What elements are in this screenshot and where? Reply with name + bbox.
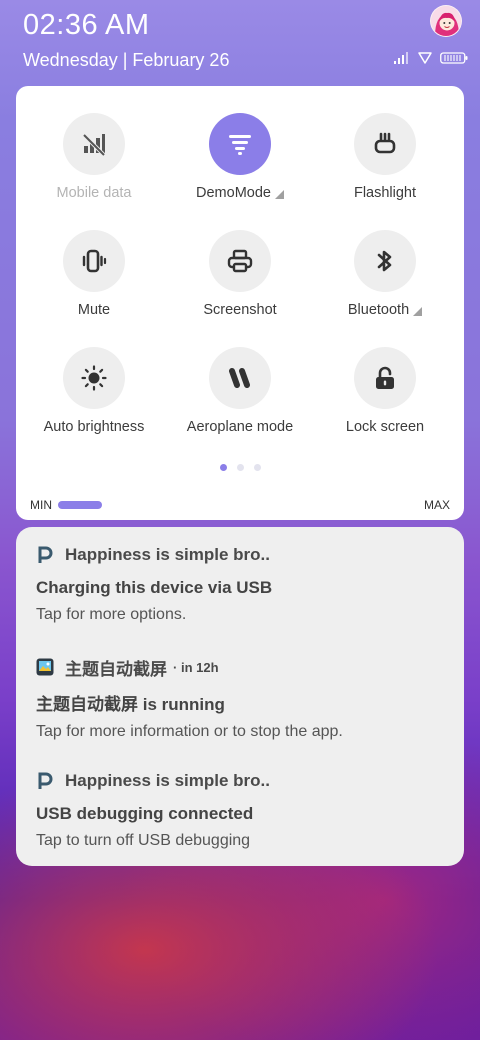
- tile-aeroplane-mode-button[interactable]: [209, 347, 271, 409]
- tile-aeroplane-mode-label: Aeroplane mode: [186, 419, 294, 435]
- notification-app-name: 主题自动截屏: [65, 659, 167, 679]
- tile-bluetooth-button[interactable]: [354, 230, 416, 292]
- separator-dot: ·: [173, 659, 178, 675]
- tile-screenshot-label: Screenshot: [203, 302, 277, 318]
- tile-mobile-data-label: Mobile data: [56, 185, 132, 201]
- tile-auto-brightness-button[interactable]: [63, 347, 125, 409]
- notification-title: USB debugging connected: [36, 804, 254, 823]
- battery-icon: [440, 51, 468, 69]
- expand-triangle-icon[interactable]: [274, 189, 284, 199]
- brightness-icon: [81, 365, 107, 391]
- brightness-slider-fill[interactable]: [58, 501, 102, 509]
- user-avatar[interactable]: [430, 5, 462, 37]
- tile-aeroplane-mode[interactable]: Aeroplane mode: [170, 347, 310, 435]
- mute-vibrate-icon: [82, 249, 107, 273]
- page-dot[interactable]: [236, 464, 244, 471]
- system-icons: [394, 51, 468, 69]
- notification-app-name: Happiness is simple bro..: [65, 771, 271, 790]
- lock-icon: [376, 366, 394, 389]
- aeroplane-icon: [229, 368, 250, 388]
- tile-flashlight[interactable]: Flashlight: [315, 113, 455, 201]
- page-dot[interactable]: [219, 464, 227, 471]
- demo-mode-icon: [229, 135, 251, 155]
- notification-app-name: Happiness is simple bro..: [65, 545, 271, 564]
- notification-text: Tap for more options.: [36, 606, 187, 623]
- notification-item[interactable]: Happiness is simple bro.. Charging this …: [36, 543, 446, 624]
- tile-lock-screen-label: Lock screen: [345, 419, 425, 435]
- tile-auto-brightness[interactable]: Auto brightness: [24, 347, 164, 435]
- screenshot-icon: [227, 249, 253, 273]
- clock: 02:36 AM: [23, 9, 150, 41]
- tile-mute-label: Mute: [77, 302, 111, 318]
- notification-time: in 12h: [180, 659, 219, 675]
- tile-auto-brightness-label: Auto brightness: [43, 419, 145, 435]
- tile-mobile-data[interactable]: Mobile data: [24, 113, 164, 201]
- mobile-data-off-icon: [82, 133, 106, 157]
- brightness-min-label: MIN: [30, 498, 52, 512]
- bluetooth-icon: [377, 250, 392, 272]
- notification-text: Tap for more information or to stop the …: [36, 723, 343, 740]
- p-app-icon: [36, 546, 54, 564]
- expand-triangle-icon[interactable]: [413, 306, 423, 316]
- wifi-icon: [418, 51, 432, 69]
- tile-lock-screen-button[interactable]: [354, 347, 416, 409]
- tile-bluetooth[interactable]: Bluetooth: [315, 230, 455, 318]
- flashlight-icon: [374, 132, 396, 154]
- tile-demo-mode-button[interactable]: [209, 113, 271, 175]
- notification-item[interactable]: 主题自动截屏 · in 12h 主题自动截屏 is running Tap fo…: [36, 655, 446, 741]
- tile-bluetooth-label: Bluetooth: [347, 302, 410, 318]
- signal-icon: [394, 51, 410, 69]
- notification-text: Tap to turn off USB debugging: [36, 832, 251, 849]
- tile-screenshot-button[interactable]: [209, 230, 271, 292]
- notification-item[interactable]: Happiness is simple bro.. USB debugging …: [36, 769, 446, 850]
- tile-mute-button[interactable]: [63, 230, 125, 292]
- notification-title: Charging this device via USB: [36, 578, 273, 597]
- notification-title: 主题自动截屏 is running: [36, 695, 225, 714]
- tile-demo-mode-label: DemoMode: [196, 185, 271, 201]
- tile-mobile-data-button[interactable]: [63, 113, 125, 175]
- quick-settings-panel: Mobile data DemoMode Flashlight Mute Scr…: [16, 86, 464, 520]
- tile-screenshot[interactable]: Screenshot: [170, 230, 310, 318]
- tile-flashlight-button[interactable]: [354, 113, 416, 175]
- tile-demo-mode[interactable]: DemoMode: [170, 113, 310, 201]
- gallery-app-icon: [36, 658, 54, 676]
- tile-mute[interactable]: Mute: [24, 230, 164, 318]
- tile-flashlight-label: Flashlight: [353, 185, 417, 201]
- brightness-max-label: MAX: [423, 498, 450, 512]
- page-indicator: [16, 464, 464, 471]
- date: Wednesday | February 26: [23, 50, 230, 70]
- p-app-icon: [36, 772, 54, 790]
- brightness-slider[interactable]: MIN MAX: [30, 497, 450, 513]
- status-bar: 02:36 AM Wednesday | February 26: [0, 0, 480, 86]
- tile-lock-screen[interactable]: Lock screen: [315, 347, 455, 435]
- page-dot[interactable]: [253, 464, 261, 471]
- notification-panel: Happiness is simple bro.. Charging this …: [16, 527, 464, 866]
